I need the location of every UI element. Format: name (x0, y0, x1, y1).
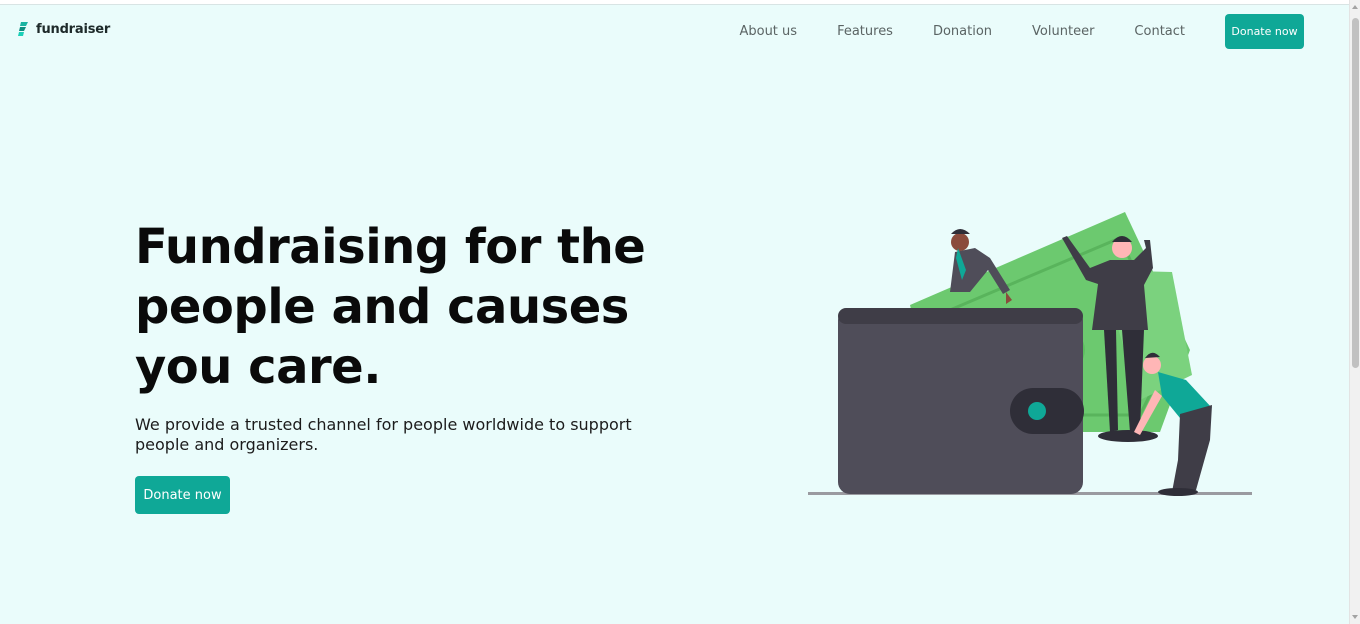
scroll-down-icon[interactable] (1352, 615, 1358, 619)
nav-features[interactable]: Features (837, 24, 893, 39)
nav-volunteer[interactable]: Volunteer (1032, 24, 1094, 39)
wallet (838, 308, 1084, 494)
scroll-up-icon[interactable] (1352, 5, 1358, 9)
nav-about-us[interactable]: About us (739, 24, 797, 39)
fundraising-illustration (808, 212, 1252, 496)
scrollbar[interactable] (1349, 0, 1360, 624)
nav-links: About us Features Donation Volunteer Con… (739, 14, 1304, 49)
nav-donate-button[interactable]: Donate now (1225, 14, 1304, 49)
nav-donation[interactable]: Donation (933, 24, 992, 39)
fundraiser-logo-icon (18, 22, 28, 36)
brand-name: fundraiser (36, 21, 111, 37)
hero-title: Fundraising for the people and causes yo… (135, 219, 646, 395)
hero-subtitle: We provide a trusted channel for people … (135, 415, 632, 454)
brand-logo[interactable]: fundraiser (16, 21, 110, 37)
nav-contact[interactable]: Contact (1134, 24, 1185, 39)
hero-donate-button[interactable]: Donate now (135, 476, 230, 514)
scrollbar-thumb[interactable] (1352, 18, 1359, 368)
page: fundraiser About us Features Donation Vo… (0, 4, 1349, 624)
top-navbar: fundraiser About us Features Donation Vo… (0, 5, 1349, 57)
